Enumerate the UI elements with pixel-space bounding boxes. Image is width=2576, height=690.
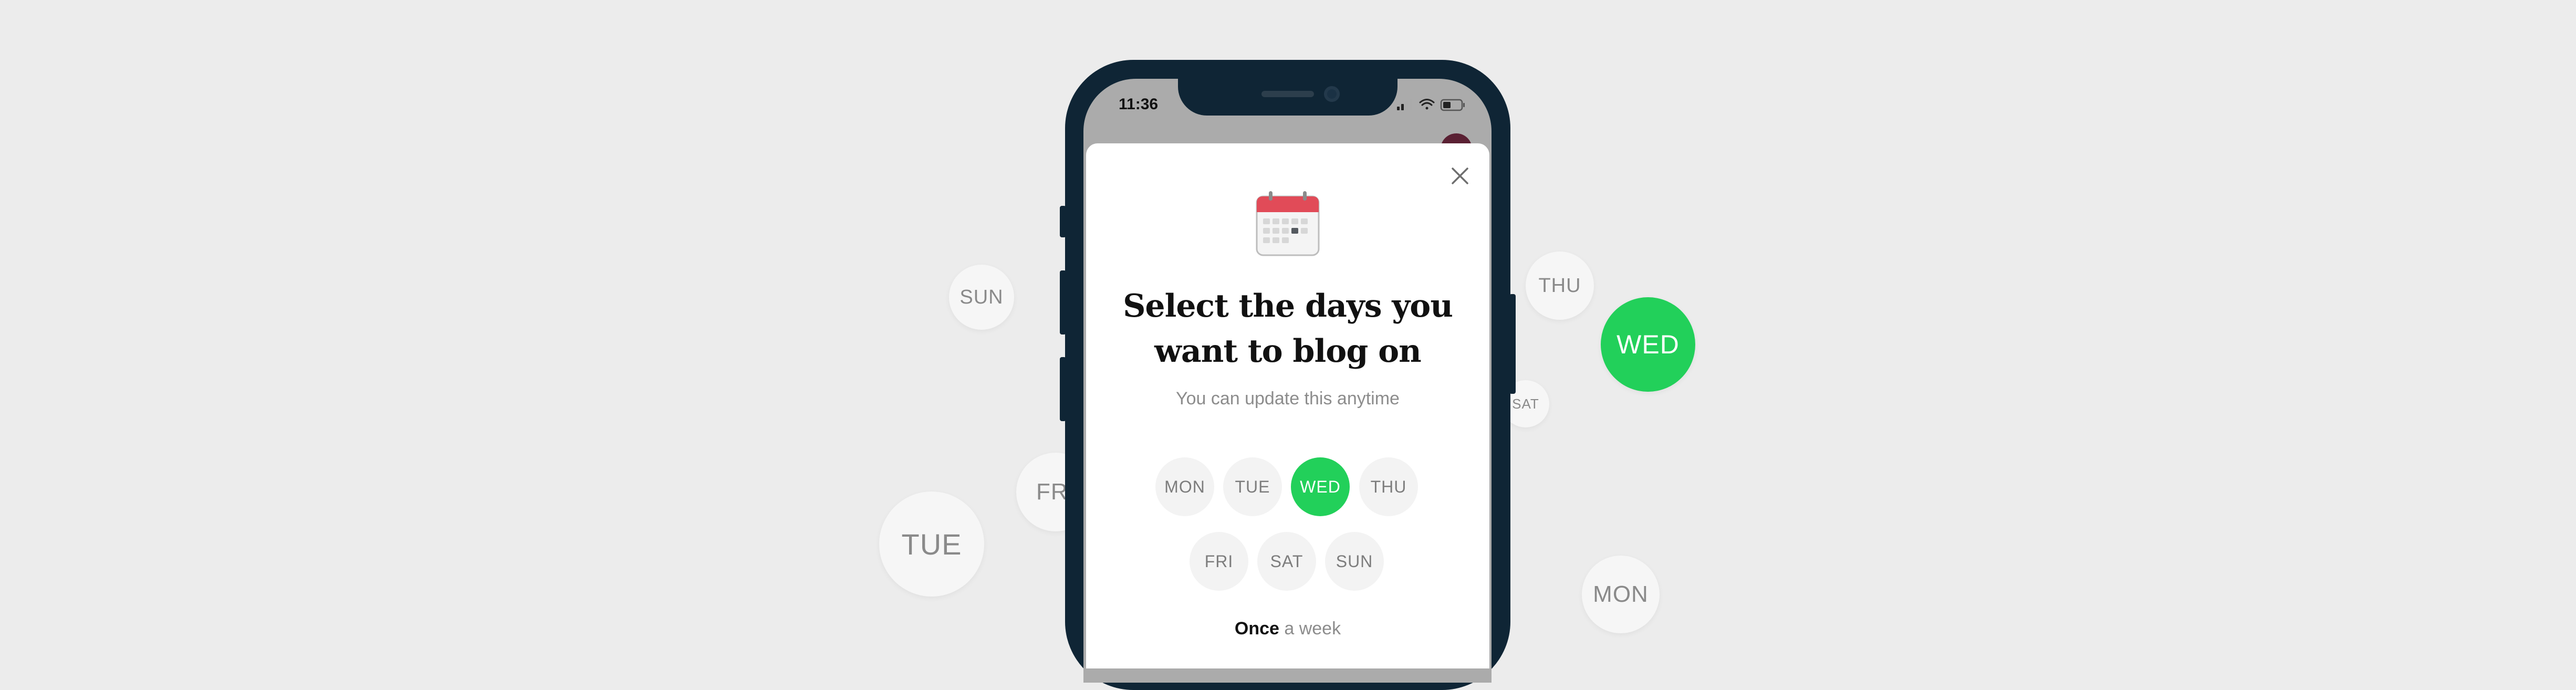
bubble-tue: TUE	[879, 492, 984, 597]
battery-icon	[1440, 99, 1465, 111]
day-button-sun[interactable]: SUN	[1325, 532, 1384, 591]
modal-subtitle: You can update this anytime	[1176, 389, 1400, 409]
modal-title-line2: want to blog on	[1154, 333, 1422, 370]
bubble-thu: THU	[1526, 252, 1594, 320]
phone-notch	[1178, 79, 1397, 116]
bubble-wed: WED	[1601, 297, 1695, 392]
day-button-thu[interactable]: THU	[1359, 457, 1418, 516]
day-button-tue[interactable]: TUE	[1223, 457, 1282, 516]
modal-title-line1: Select the days you	[1123, 288, 1453, 325]
phone-camera	[1324, 86, 1340, 102]
status-icons	[1397, 99, 1465, 111]
day-button-sat[interactable]: SAT	[1257, 532, 1316, 591]
day-button-mon[interactable]: MON	[1155, 457, 1214, 516]
status-time: 11:36	[1119, 96, 1159, 113]
frequency-label: Once a week	[1086, 619, 1489, 639]
signal-icon	[1397, 99, 1412, 110]
phone-speaker	[1261, 91, 1314, 97]
phone-volume-down	[1060, 357, 1066, 421]
modal-title: Select the days you want to blog on	[1086, 284, 1489, 374]
frequency-period: a week	[1279, 619, 1341, 639]
close-icon[interactable]	[1447, 163, 1473, 189]
phone-power-button	[1509, 294, 1516, 394]
wifi-icon	[1419, 99, 1435, 110]
bubble-mon: MON	[1582, 556, 1660, 633]
day-button-wed[interactable]: WED	[1291, 457, 1350, 516]
calendar-icon	[1256, 191, 1320, 256]
day-button-fri[interactable]: FRI	[1190, 532, 1248, 591]
phone-volume-up	[1060, 270, 1066, 334]
bubble-sun: SUN	[949, 265, 1014, 330]
frequency-count: Once	[1234, 619, 1279, 639]
phone-silent-switch	[1060, 206, 1066, 237]
